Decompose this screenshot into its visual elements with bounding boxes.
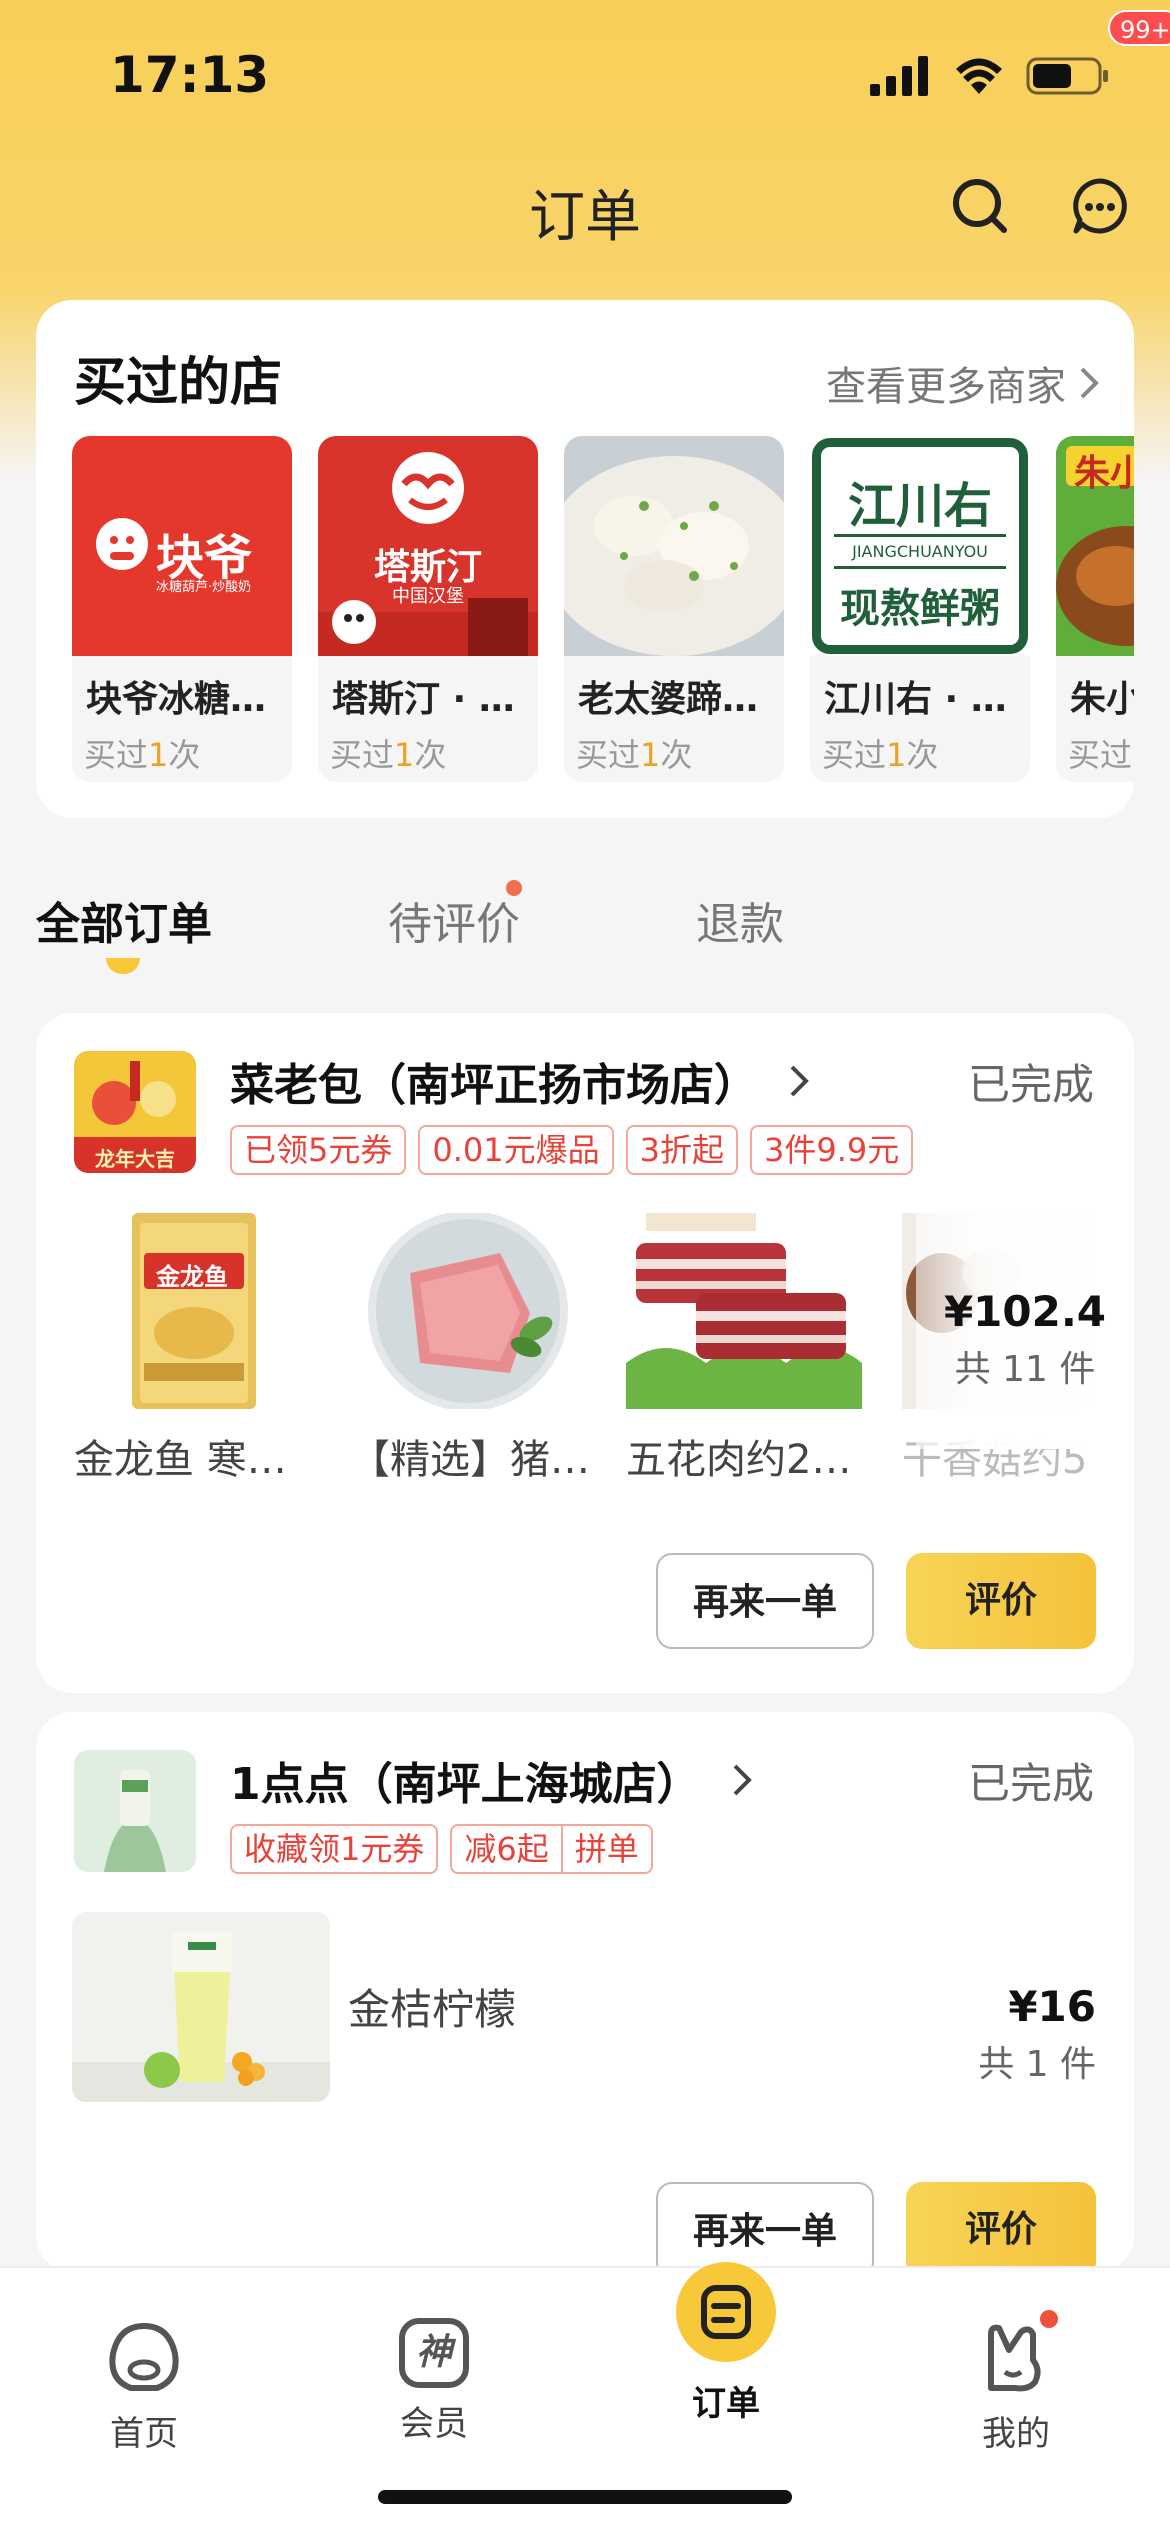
shop-logo: 塔斯汀 中国汉堡: [318, 436, 538, 656]
promo-tag: 0.01元爆品: [418, 1125, 614, 1175]
bottom-nav-label: 会员: [400, 2404, 468, 2444]
tab-all-orders[interactable]: 全部订单: [36, 888, 212, 952]
shop-name: 朱小: [1070, 679, 1134, 720]
promo-tags: 收藏领1元券 减6起 拼单: [230, 1824, 653, 1874]
product-name: 金龙鱼 寒…: [74, 1437, 287, 1483]
product-image: [350, 1213, 586, 1409]
tab-to-review[interactable]: 待评价: [388, 888, 520, 952]
order-summary: ¥102.4 共 11 件: [916, 1213, 1134, 1449]
status-bar: 17:13: [0, 0, 1170, 150]
reorder-button[interactable]: 再来一单: [656, 1553, 874, 1649]
shop-logo: 块爷 冰糖葫芦·炒酸奶: [72, 436, 292, 656]
product-item[interactable]: 金龙鱼 金龙鱼 寒…: [74, 1213, 310, 1485]
reorder-button[interactable]: 再来一单: [656, 2182, 874, 2272]
wifi-icon: [956, 58, 1002, 94]
order-status: 已完成: [967, 1759, 1094, 1808]
store-logo: [74, 1750, 196, 1872]
bottom-nav-member[interactable]: 神 会员: [334, 2298, 534, 2445]
shop-list: 块爷 冰糖葫芦·炒酸奶 块爷冰糖… 买过1次 塔斯汀 中国汉堡 塔斯汀 · … …: [72, 436, 1134, 782]
product-item[interactable]: 五花肉约2…: [626, 1213, 862, 1485]
tab-active-indicator: [106, 958, 140, 974]
search-icon[interactable]: [948, 174, 1012, 238]
order-price: ¥16: [1008, 1982, 1096, 2031]
shop-name: 块爷冰糖…: [86, 679, 267, 720]
bottom-nav-label: 订单: [692, 2384, 760, 2424]
order-card[interactable]: 1点点（南坪上海城店） 已完成 收藏领1元券 减6起 拼单 金桔柠檬 ¥16 共…: [36, 1712, 1134, 2272]
promo-tag-group: 减6起 拼单: [450, 1824, 653, 1874]
bottom-nav-profile[interactable]: 我的: [916, 2298, 1116, 2455]
shop-logo: 朱小: [1056, 436, 1134, 656]
promo-tag: 拼单: [574, 1830, 639, 1868]
shop-name: 老太婆蹄…: [578, 679, 759, 720]
shop-logo: 江川右 JIANGCHUANYOU 现熬鲜粥: [810, 436, 1030, 656]
status-icons: [870, 56, 1110, 96]
promo-tag: 收藏领1元券: [230, 1824, 439, 1874]
shop-name: 塔斯汀 · …: [332, 679, 515, 720]
bought-shops-title: 买过的店: [74, 353, 283, 413]
review-button[interactable]: 评价: [906, 1553, 1096, 1649]
nav-bar: 订单: [0, 150, 1170, 260]
promo-tag: 3折起: [625, 1125, 739, 1175]
shop-bought-count: 买过1次: [1068, 736, 1134, 774]
store-name: 菜老包（南坪正扬市场店）: [230, 1060, 758, 1111]
more-shops-link[interactable]: 查看更多商家: [826, 354, 1100, 412]
shop-item[interactable]: 江川右 JIANGCHUANYOU 现熬鲜粥 江川右 · … 买过1次: [810, 436, 1030, 782]
signal-icon: [870, 56, 928, 96]
more-shops-label: 查看更多商家: [826, 364, 1066, 410]
shop-photo: [564, 436, 784, 656]
shop-item[interactable]: 块爷 冰糖葫芦·炒酸奶 块爷冰糖… 买过1次: [72, 436, 292, 782]
profile-rabbit-icon: [988, 2324, 1041, 2392]
order-card[interactable]: 龙年大吉 菜老包（南坪正扬市场店） 已完成 已领5元券 0.01元爆品 3折起 …: [36, 1013, 1134, 1693]
bought-shops-card: 买过的店 查看更多商家 块爷 冰糖葫芦·炒酸奶 块爷冰糖… 买过1次 塔斯汀 中…: [36, 300, 1134, 818]
product-item[interactable]: 【精选】猪…: [350, 1213, 586, 1485]
shop-item[interactable]: 老太婆蹄… 买过1次: [564, 436, 784, 782]
home-indicator: [378, 2490, 792, 2504]
shop-bought-count: 买过1次: [822, 736, 939, 774]
tab-notification-dot: [506, 880, 522, 896]
product-image: [72, 1912, 330, 2102]
message-badge: 99+: [1108, 10, 1170, 46]
shop-bought-count: 买过1次: [330, 736, 447, 774]
order-price: ¥102.4: [943, 1287, 1107, 1336]
chevron-right-icon: [790, 1065, 809, 1097]
promo-tag: 已领5元券: [230, 1125, 407, 1175]
chevron-right-icon: [733, 1764, 752, 1796]
chevron-right-icon: [1080, 367, 1099, 399]
product-name: 五花肉约2…: [626, 1437, 852, 1483]
review-button[interactable]: 评价: [906, 2182, 1096, 2272]
orders-icon: [676, 2262, 776, 2362]
bottom-nav-home[interactable]: 首页: [44, 2298, 244, 2455]
order-status: 已完成: [967, 1060, 1094, 1109]
tab-refund[interactable]: 退款: [696, 888, 784, 952]
battery-icon: [1026, 57, 1108, 95]
store-logo: 龙年大吉: [74, 1051, 196, 1173]
promo-tag: 3件9.9元: [750, 1125, 914, 1175]
bottom-nav-label: 首页: [110, 2414, 178, 2454]
product-image: [626, 1213, 862, 1409]
product-name: 【精选】猪…: [350, 1437, 586, 1483]
shop-bought-count: 买过1次: [84, 736, 201, 774]
shop-name: 江川右 · …: [824, 679, 1007, 720]
store-name: 1点点（南坪上海城店）: [230, 1759, 701, 1810]
store-name-link[interactable]: 1点点（南坪上海城店）: [230, 1748, 753, 1812]
store-name-link[interactable]: 菜老包（南坪正扬市场店）: [230, 1049, 810, 1113]
profile-notification-dot: [1040, 2310, 1058, 2328]
bottom-nav-orders[interactable]: 订单: [626, 2262, 826, 2425]
order-item-count: 共 11 件: [954, 1349, 1096, 1390]
message-icon[interactable]: [1070, 176, 1130, 236]
shop-item[interactable]: 塔斯汀 中国汉堡 塔斯汀 · … 买过1次: [318, 436, 538, 782]
home-face-icon: [109, 2322, 179, 2391]
promo-tags: 已领5元券 0.01元爆品 3折起 3件9.9元: [230, 1125, 914, 1175]
shop-bought-count: 买过1次: [576, 736, 693, 774]
order-summary: ¥16 共 1 件: [978, 1982, 1096, 2087]
bottom-nav-label: 我的: [982, 2414, 1050, 2454]
product-name: 金桔柠檬: [348, 1985, 517, 2034]
shop-item[interactable]: 朱小 朱小 买过1次: [1056, 436, 1134, 782]
product-image: 金龙鱼: [74, 1213, 310, 1409]
promo-tag: 减6起: [464, 1830, 549, 1868]
status-time: 17:13: [110, 46, 270, 104]
member-shen-icon: 神: [399, 2318, 469, 2388]
order-item-count: 共 1 件: [978, 2044, 1096, 2085]
